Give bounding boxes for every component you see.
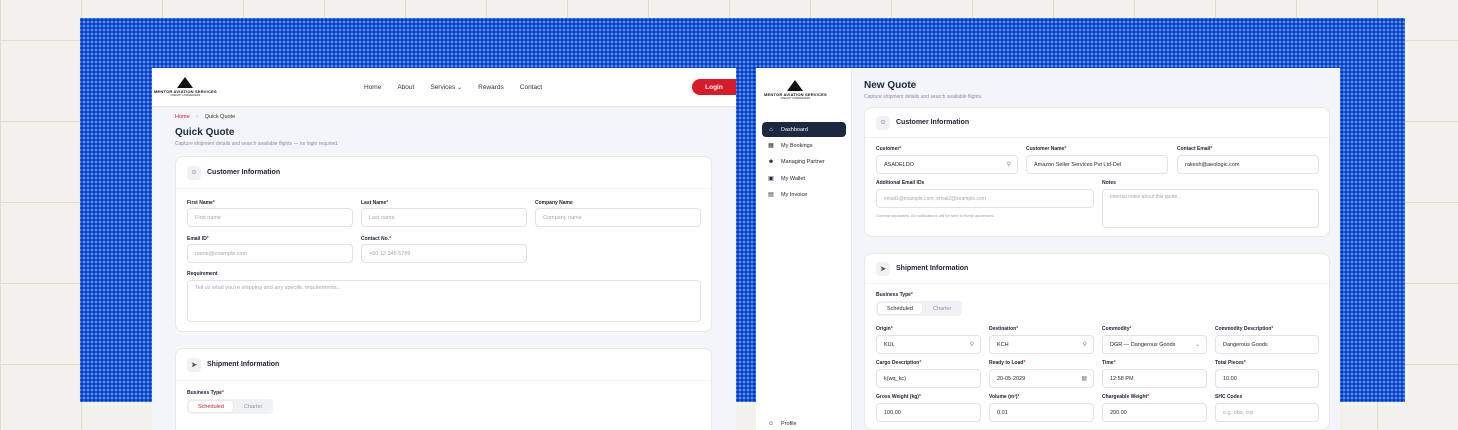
navigation-arrow-icon: ➤ xyxy=(187,357,201,372)
page-title: New Quote xyxy=(864,80,917,91)
ready-to-load-date-input[interactable]: 20-05-2029 ▦ xyxy=(989,369,1094,388)
section-heading: Customer Information xyxy=(207,169,281,176)
first-name-input[interactable]: First name xyxy=(187,208,353,227)
total-pieces-input[interactable]: 10.00 xyxy=(1215,369,1319,388)
notes-textarea[interactable]: Internal notes about this quote... xyxy=(1102,189,1319,228)
volume-input[interactable]: 0.01 xyxy=(989,403,1094,422)
section-heading: Customer Information xyxy=(896,119,970,126)
option-scheduled[interactable]: Scheduled xyxy=(189,401,233,412)
company-name-input[interactable]: Company name xyxy=(535,208,701,227)
search-icon: ⚲ xyxy=(1006,162,1011,168)
option-charter[interactable]: Charter xyxy=(924,303,960,314)
customer-name-input[interactable]: Amazon Seller Services Pvt Ltd-Del xyxy=(1026,155,1168,174)
page-subtitle: Capture shipment details and search avai… xyxy=(175,141,339,147)
cargo-description-input[interactable]: k(wq_kc) xyxy=(876,369,981,388)
quick-quote-screen: MENTOR AVIATION SERVICES FREIGHT FORWARD… xyxy=(152,68,736,430)
plane-logo-icon xyxy=(175,77,195,89)
breadcrumb-home[interactable]: Home xyxy=(175,114,190,120)
users-icon: ☻ xyxy=(767,158,775,165)
business-type-toggle: Scheduled Charter xyxy=(876,301,963,316)
breadcrumb-current: Quick Quote xyxy=(204,114,236,120)
nav-home[interactable]: Home xyxy=(364,84,381,91)
customer-search-input[interactable]: ASADELDO ⚲ xyxy=(876,155,1018,174)
contact-number-input[interactable]: +60 12 345 6789 xyxy=(361,244,527,263)
chevron-down-icon: ⌄ xyxy=(1194,342,1200,348)
business-type-toggle: Scheduled Charter xyxy=(187,399,274,414)
sidebar-item-my-bookings[interactable]: ▦ My Bookings xyxy=(762,138,846,153)
option-scheduled[interactable]: Scheduled xyxy=(878,303,922,314)
commodity-select[interactable]: DGR — Dangerous Goods ⌄ xyxy=(1102,335,1207,354)
shipment-information-card: ➤ Shipment Information Business Type* Sch… xyxy=(864,253,1330,430)
option-charter[interactable]: Charter xyxy=(235,401,271,412)
nav-contact[interactable]: Contact xyxy=(520,84,542,91)
new-quote-screen: MENTOR AVIATION SERVICES FREIGHT FORWARD… xyxy=(756,68,1340,430)
calendar-icon: ▦ xyxy=(1081,376,1087,382)
shc-codes-input[interactable]: e.g. obs, crp xyxy=(1215,403,1319,422)
wallet-icon: ▣ xyxy=(768,176,774,182)
time-input[interactable]: 12:58 PM xyxy=(1102,369,1207,388)
plane-logo-icon xyxy=(785,80,805,92)
sidebar-item-profile[interactable]: ☺ Profile xyxy=(762,416,846,430)
additional-emails-input[interactable]: email1@example.com, email2@example.com xyxy=(876,189,1094,208)
search-icon: ⚲ xyxy=(1082,342,1087,348)
additional-emails-hint: Comma separated. All notifications will … xyxy=(876,213,995,218)
email-input[interactable]: name@example.com xyxy=(187,244,353,263)
sidebar-item-my-invoice[interactable]: ▤ My Invoice xyxy=(762,187,846,202)
shipment-information-card: ➤ Shipment Information Business Type* Sch… xyxy=(175,348,712,430)
calendar-icon: ▦ xyxy=(768,143,774,149)
commodity-description-input[interactable]: Dangerous Goods xyxy=(1215,335,1319,354)
search-icon: ⚲ xyxy=(969,342,974,348)
document-icon: ▤ xyxy=(768,192,774,198)
sidebar-item-my-wallet[interactable]: ▣ My Wallet xyxy=(762,171,846,186)
nav-rewards[interactable]: Rewards xyxy=(478,84,504,91)
section-heading: Shipment Information xyxy=(896,265,969,272)
user-icon: ☺ xyxy=(876,115,890,130)
requirement-textarea[interactable]: Tell us what you're shipping and any spe… xyxy=(187,280,701,322)
gross-weight-input[interactable]: 100.00 xyxy=(876,403,981,422)
destination-input[interactable]: KCH ⚲ xyxy=(989,335,1094,354)
user-icon: ☺ xyxy=(767,420,775,427)
company-logo[interactable]: MENTOR AVIATION SERVICES FREIGHT FORWARD… xyxy=(764,80,827,100)
page-title: Quick Quote xyxy=(175,127,235,138)
user-icon: ☺ xyxy=(187,165,201,180)
last-name-input[interactable]: Last name xyxy=(361,208,527,227)
section-heading: Shipment Information xyxy=(207,361,280,368)
sidebar-item-dashboard[interactable]: ⌂ Dashboard xyxy=(762,122,846,137)
origin-input[interactable]: KUL ⚲ xyxy=(876,335,981,354)
customer-information-card: ☺ Customer Information First Name* First … xyxy=(175,156,712,332)
login-button[interactable]: Login xyxy=(692,79,736,95)
customer-information-card: ☺ Customer Information Customer* ASADELDO… xyxy=(864,107,1330,237)
breadcrumb: Home › Quick Quote xyxy=(175,114,236,120)
page-subtitle: Capture shipment details and search avai… xyxy=(864,94,983,100)
sidebar-item-managing-partner[interactable]: ☻ Managing Partner xyxy=(762,154,846,169)
nav-services[interactable]: Services ⌄ xyxy=(430,84,462,91)
navigation-arrow-icon: ➤ xyxy=(876,261,890,276)
company-logo[interactable]: MENTOR AVIATION SERVICES FREIGHT FORWARD… xyxy=(154,77,217,97)
home-icon: ⌂ xyxy=(769,126,773,133)
top-navbar: MENTOR AVIATION SERVICES FREIGHT FORWARD… xyxy=(152,68,736,106)
chevron-down-icon: ⌄ xyxy=(457,84,463,91)
chargeable-weight-input[interactable]: 200.00 xyxy=(1102,403,1207,422)
sidebar: MENTOR AVIATION SERVICES FREIGHT FORWARD… xyxy=(756,68,852,430)
nav-about[interactable]: About xyxy=(397,84,414,91)
contact-email-input[interactable]: rakesh@aeologic.com xyxy=(1177,155,1319,174)
